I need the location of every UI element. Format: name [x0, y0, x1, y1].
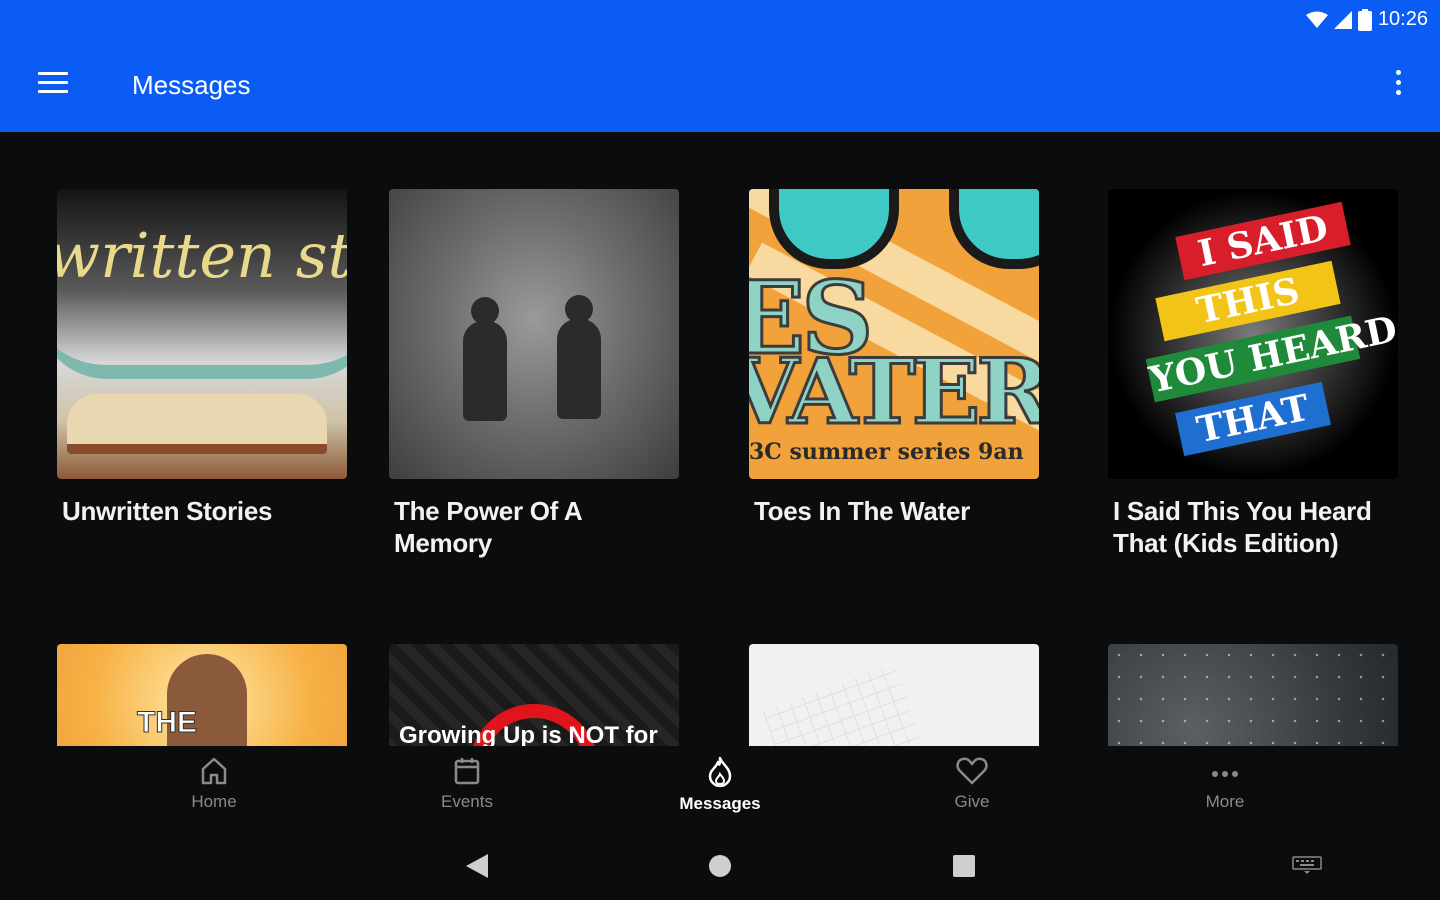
messages-grid: written sto Unwritten Stories The Power …	[0, 132, 1440, 746]
message-card[interactable]: The Power Of A Memory	[389, 189, 679, 559]
message-thumbnail: ES VATER 3C summer series 9an	[749, 189, 1039, 479]
message-card[interactable]: THE	[57, 644, 347, 746]
heart-icon	[956, 757, 988, 785]
wifi-icon	[1305, 11, 1328, 28]
nav-home[interactable]: Home	[154, 756, 274, 812]
message-card[interactable]: I SAID THIS YOU HEARD THAT I Said This Y…	[1108, 189, 1398, 559]
message-title: I Said This You Heard That (Kids Edition…	[1113, 496, 1372, 558]
back-button[interactable]	[464, 852, 490, 885]
message-thumbnail	[389, 189, 679, 479]
message-thumbnail: I SAID THIS YOU HEARD THAT	[1108, 189, 1398, 479]
flame-icon	[708, 756, 732, 788]
message-card[interactable]: ES VATER 3C summer series 9an Toes In Th…	[749, 189, 1039, 527]
battery-icon	[1357, 8, 1372, 31]
home-system-button[interactable]	[707, 852, 733, 885]
bottom-navigation: Home Events Messages Give More	[0, 746, 1440, 836]
nav-give[interactable]: Give	[912, 756, 1032, 812]
calendar-icon	[454, 758, 480, 785]
signal-icon	[1333, 10, 1352, 29]
overflow-menu-icon[interactable]	[1394, 70, 1402, 100]
message-title: Toes In The Water	[754, 496, 970, 526]
recents-square-icon	[953, 855, 975, 877]
menu-icon[interactable]	[38, 72, 68, 96]
nav-messages[interactable]: Messages	[660, 756, 780, 814]
message-card[interactable]: Growing Up is NOT for	[389, 644, 679, 746]
home-icon	[201, 757, 227, 785]
nav-label: Give	[954, 792, 990, 811]
nav-label: Events	[441, 792, 493, 811]
recents-button[interactable]	[951, 852, 977, 885]
system-navigation-bar	[0, 836, 1440, 900]
nav-more[interactable]: More	[1165, 756, 1285, 812]
status-bar: 10:26	[1305, 8, 1428, 31]
back-triangle-icon	[466, 854, 488, 878]
keyboard-icon	[1292, 856, 1322, 874]
status-time: 10:26	[1377, 8, 1428, 30]
message-card[interactable]	[749, 644, 1039, 746]
message-card[interactable]: written sto Unwritten Stories	[57, 189, 347, 527]
nav-label: More	[1205, 792, 1245, 811]
message-card[interactable]	[1108, 644, 1398, 746]
page-title: Messages	[132, 70, 251, 100]
message-thumbnail	[749, 644, 1039, 746]
keyboard-button[interactable]	[1292, 856, 1322, 879]
nav-label: Messages	[679, 794, 761, 813]
more-dots-icon	[1212, 771, 1238, 777]
app-bar: 10:26 Messages	[0, 0, 1440, 132]
message-thumbnail: THE	[57, 644, 347, 746]
message-title: Unwritten Stories	[62, 496, 273, 526]
nav-events[interactable]: Events	[407, 756, 527, 812]
message-thumbnail: written sto	[57, 189, 347, 479]
message-title: The Power Of A Memory	[394, 496, 582, 558]
home-circle-icon	[709, 855, 731, 877]
nav-label: Home	[191, 792, 237, 811]
message-thumbnail: Growing Up is NOT for	[389, 644, 679, 746]
message-thumbnail	[1108, 644, 1398, 746]
